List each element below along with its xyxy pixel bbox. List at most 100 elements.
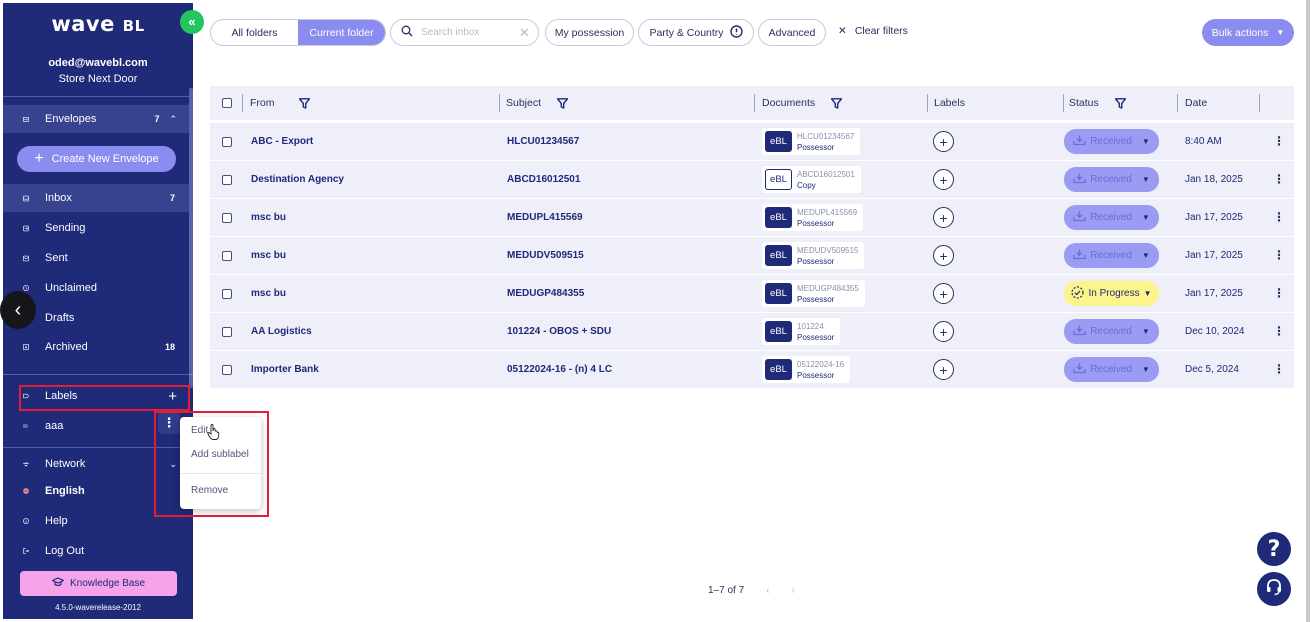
sidebar-item-archived[interactable]: Archived 18: [3, 333, 189, 361]
collapse-sidebar-button[interactable]: «: [180, 10, 204, 34]
ebl-badge: eBL: [765, 359, 792, 380]
clear-search-icon[interactable]: ✕: [519, 25, 530, 41]
document-chip[interactable]: eBL 05122024-16 Possessor: [762, 356, 851, 383]
document-info: MEDUPL415569 Possessor: [797, 207, 857, 229]
column-header-date[interactable]: Date: [1185, 86, 1207, 120]
row-more-options-icon[interactable]: ⋮: [1273, 210, 1285, 224]
from-header-label: From: [250, 97, 275, 109]
add-label-button[interactable]: +: [933, 245, 954, 266]
table-row[interactable]: Importer Bank 05122024-16 - (n) 4 LC eBL…: [210, 350, 1294, 388]
column-header-status[interactable]: Status: [1069, 86, 1126, 120]
table-row[interactable]: msc bu MEDUDV509515 eBL MEDUDV509515 Pos…: [210, 236, 1294, 274]
chevron-up-icon: ⌃: [169, 113, 177, 124]
add-label-button[interactable]: +: [933, 131, 954, 152]
support-chat-button[interactable]: [1257, 572, 1291, 606]
table-row[interactable]: AA Logistics 101224 - OBOS + SDU eBL 101…: [210, 312, 1294, 350]
row-checkbox[interactable]: [222, 213, 232, 223]
menu-item-add-sublabel[interactable]: Add sublabel: [191, 449, 249, 460]
row-more-options-icon[interactable]: ⋮: [1273, 134, 1285, 148]
advanced-filter[interactable]: Advanced: [758, 19, 826, 46]
select-all-checkbox[interactable]: [222, 98, 232, 108]
bulk-actions-button[interactable]: Bulk actions ▼: [1202, 19, 1294, 46]
status-dropdown[interactable]: In Progress ▼: [1064, 281, 1159, 306]
filter-icon[interactable]: [557, 97, 569, 109]
sidebar-item-label: Envelopes: [45, 113, 97, 125]
row-from: Destination Agency: [251, 174, 344, 185]
current-folder-button[interactable]: Current folder: [298, 20, 385, 45]
row-checkbox[interactable]: [222, 175, 232, 185]
date-header-label: Date: [1185, 97, 1208, 109]
document-chip[interactable]: eBL MEDUPL415569 Possessor: [762, 204, 864, 231]
all-folders-button[interactable]: All folders: [211, 20, 298, 45]
column-header-labels[interactable]: Labels: [934, 86, 965, 120]
next-page-button[interactable]: ›: [792, 585, 795, 596]
sidebar-item-logout[interactable]: Log Out: [3, 537, 189, 565]
row-checkbox[interactable]: [222, 137, 232, 147]
help-question-button[interactable]: ?: [1257, 532, 1291, 566]
row-more-options-icon[interactable]: ⋮: [1273, 172, 1285, 186]
row-more-options-icon[interactable]: ⋮: [1273, 362, 1285, 376]
status-dropdown[interactable]: Received ▼: [1064, 167, 1159, 192]
create-new-envelope-button[interactable]: + Create New Envelope: [17, 146, 176, 172]
document-chip[interactable]: eBL 101224 Possessor: [762, 318, 841, 345]
sidebar-item-sent[interactable]: Sent: [3, 244, 189, 272]
menu-item-edit[interactable]: Edit: [191, 425, 208, 436]
column-header-subject[interactable]: Subject: [506, 86, 569, 120]
my-possession-filter[interactable]: My possession: [545, 19, 634, 46]
status-dropdown[interactable]: Received ▼: [1064, 357, 1159, 382]
table-row[interactable]: ABC - Export HLCU01234567 eBL HLCU012345…: [210, 122, 1294, 160]
back-arrow-button[interactable]: ‹: [0, 291, 36, 329]
sidebar-item-label: Drafts: [45, 312, 75, 324]
caret-down-icon: ▼: [1141, 327, 1150, 336]
sidebar-item-label: Sending: [45, 222, 86, 234]
filter-icon[interactable]: [298, 97, 310, 109]
status-dropdown[interactable]: Received ▼: [1064, 129, 1159, 154]
document-role: Possessor: [797, 332, 835, 342]
knowledge-base-button[interactable]: Knowledge Base: [20, 571, 177, 596]
sidebar-item-sending[interactable]: Sending: [3, 214, 189, 242]
document-chip[interactable]: eBL MEDUDV509515 Possessor: [762, 242, 865, 269]
sidebar-item-label: Network: [45, 458, 86, 470]
row-subject: MEDUDV509515: [507, 250, 584, 261]
search-field[interactable]: ✕: [390, 19, 539, 46]
row-checkbox[interactable]: [222, 289, 232, 299]
menu-item-remove[interactable]: Remove: [191, 485, 228, 496]
row-date: Jan 18, 2025: [1185, 174, 1243, 185]
row-more-options-icon[interactable]: ⋮: [1273, 248, 1285, 262]
table-row[interactable]: msc bu MEDUGP484355 eBL MEDUGP484355 Pos…: [210, 274, 1294, 312]
row-more-options-icon[interactable]: ⋮: [1273, 286, 1285, 300]
table-row[interactable]: msc bu MEDUPL415569 eBL MEDUPL415569 Pos…: [210, 198, 1294, 236]
row-subject: MEDUGP484355: [507, 288, 585, 299]
add-label-button[interactable]: +: [933, 283, 954, 304]
status-dropdown[interactable]: Received ▼: [1064, 319, 1159, 344]
document-chip[interactable]: eBL ABCD16012501 Copy: [762, 166, 861, 193]
sidebar-item-inbox[interactable]: Inbox 7: [3, 184, 189, 212]
row-checkbox[interactable]: [222, 327, 232, 337]
row-from: msc bu: [251, 288, 287, 299]
filter-icon[interactable]: [1114, 97, 1126, 109]
column-header-documents[interactable]: Documents: [762, 86, 843, 120]
sidebar-scrollbar[interactable]: [189, 88, 193, 388]
clear-filters-button[interactable]: ✕ Clear filters: [838, 25, 908, 37]
row-checkbox[interactable]: [222, 251, 232, 261]
row-checkbox[interactable]: [222, 365, 232, 375]
document-chip[interactable]: eBL HLCU01234567 Possessor: [762, 128, 861, 155]
document-chip[interactable]: eBL MEDUGP484355 Possessor: [762, 280, 865, 307]
wavebl-logo[interactable]: wave BL: [3, 12, 193, 36]
filter-icon[interactable]: [831, 97, 843, 109]
party-country-filter[interactable]: Party & Country: [638, 19, 754, 46]
column-header-from[interactable]: From: [250, 86, 310, 120]
caret-down-icon: ▼: [1141, 137, 1150, 146]
add-label-button[interactable]: +: [933, 321, 954, 342]
table-row[interactable]: Destination Agency ABCD16012501 eBL ABCD…: [210, 160, 1294, 198]
row-more-options-icon[interactable]: ⋮: [1273, 324, 1285, 338]
search-input[interactable]: [421, 27, 511, 38]
prev-page-button[interactable]: ‹: [766, 585, 769, 596]
status-dropdown[interactable]: Received ▼: [1064, 243, 1159, 268]
add-label-button[interactable]: +: [933, 207, 954, 228]
status-dropdown[interactable]: Received ▼: [1064, 205, 1159, 230]
add-label-button[interactable]: +: [933, 359, 954, 380]
add-label-button[interactable]: +: [933, 169, 954, 190]
sidebar-item-envelopes[interactable]: Envelopes 7 ⌃: [3, 105, 189, 133]
received-icon: [1073, 249, 1086, 263]
